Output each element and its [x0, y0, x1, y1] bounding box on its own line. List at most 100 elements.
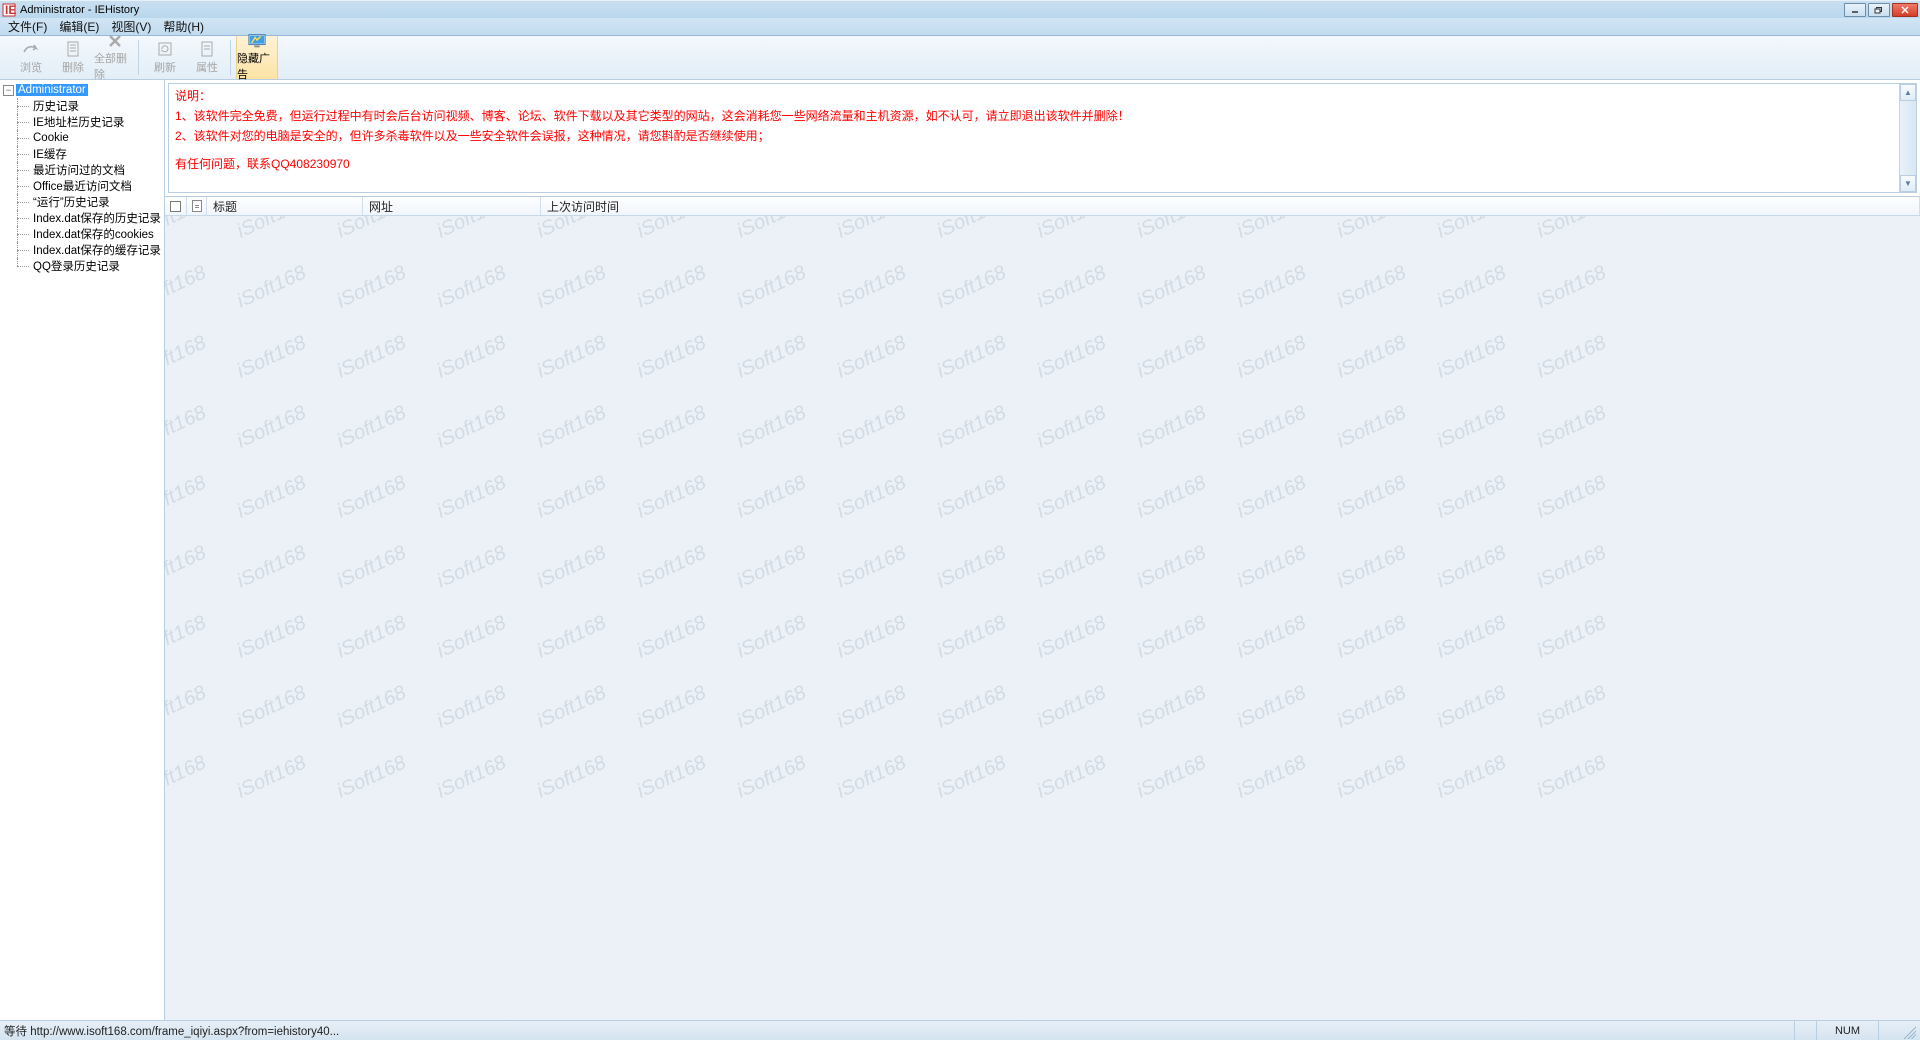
- scroll-up-icon[interactable]: ▲: [1900, 84, 1916, 101]
- toolbar: 浏览 删除 全部删除 刷新 属性 隐藏广告: [0, 36, 1920, 80]
- resize-grip-icon[interactable]: [1900, 1023, 1916, 1039]
- watermark: iSoft168: [1034, 612, 1110, 664]
- watermark: iSoft168: [1134, 402, 1210, 454]
- watermark: iSoft168: [834, 542, 910, 594]
- minimize-button[interactable]: [1844, 3, 1866, 17]
- tree-item[interactable]: Index.dat保存的历史记录: [9, 210, 164, 226]
- tree-item-label: IE缓存: [33, 146, 67, 162]
- refresh-icon: [156, 40, 174, 58]
- watermark: iSoft168: [634, 332, 710, 384]
- watermark: iSoft168: [234, 402, 310, 454]
- scrollbar[interactable]: ▲ ▼: [1899, 84, 1916, 192]
- tree-item[interactable]: 最近访问过的文档: [9, 162, 164, 178]
- toolbar-separator: [230, 40, 234, 75]
- tree-item-label: Cookie: [33, 132, 69, 144]
- watermark: iSoft168: [1234, 262, 1310, 314]
- watermark: iSoft168: [1234, 332, 1310, 384]
- collapse-icon[interactable]: −: [3, 85, 14, 96]
- restore-button[interactable]: [1868, 3, 1890, 17]
- tree-item[interactable]: Cookie: [9, 130, 164, 146]
- watermark: iSoft168: [534, 472, 610, 524]
- checkbox-icon[interactable]: [170, 201, 181, 212]
- watermark: iSoft168: [1434, 472, 1510, 524]
- tree-item-label: IE地址栏历史记录: [33, 114, 124, 130]
- toolbar-label: 全部删除: [94, 50, 136, 82]
- toolbar-hide-ads[interactable]: 隐藏广告: [236, 36, 278, 79]
- column-type-icon[interactable]: [187, 197, 207, 215]
- watermark: iSoft168: [434, 682, 510, 734]
- menu-help[interactable]: 帮助(H): [157, 17, 210, 36]
- watermark: iSoft168: [534, 402, 610, 454]
- watermark: iSoft168: [234, 682, 310, 734]
- tree-item[interactable]: 历史记录: [9, 98, 164, 114]
- watermark: iSoft168: [434, 262, 510, 314]
- list-body[interactable]: iSoft168 iSoft168 iSoft168 iSoft168 iSoft168…: [165, 216, 1920, 1020]
- tree-item[interactable]: “运行”历史记录: [9, 194, 164, 210]
- toolbar-delete[interactable]: 删除: [52, 36, 94, 79]
- watermark: iSoft168: [165, 542, 210, 594]
- x-icon: [106, 33, 124, 49]
- watermark: iSoft168: [934, 262, 1010, 314]
- watermark: iSoft168: [165, 472, 210, 524]
- watermark: iSoft168: [834, 262, 910, 314]
- watermark: iSoft168: [165, 332, 210, 384]
- watermark: iSoft168: [534, 542, 610, 594]
- watermark: iSoft168: [1134, 682, 1210, 734]
- close-button[interactable]: [1892, 3, 1918, 17]
- menu-file[interactable]: 文件(F): [2, 17, 53, 36]
- watermark: iSoft168: [534, 216, 610, 243]
- watermark: iSoft168: [834, 402, 910, 454]
- column-url[interactable]: 网址: [363, 197, 541, 215]
- status-num: NUM: [1816, 1021, 1878, 1040]
- watermark: iSoft168: [634, 402, 710, 454]
- tree-item[interactable]: Office最近访问文档: [9, 178, 164, 194]
- column-last-visit[interactable]: 上次访问时间: [541, 197, 1920, 215]
- tree-item[interactable]: Index.dat保存的缓存记录: [9, 242, 164, 258]
- watermark: iSoft168: [234, 262, 310, 314]
- watermark: iSoft168: [934, 612, 1010, 664]
- watermark: iSoft168: [1534, 332, 1610, 384]
- watermark: iSoft168: [1234, 682, 1310, 734]
- toolbar-delete-all[interactable]: 全部删除: [94, 36, 136, 79]
- watermark: iSoft168: [434, 332, 510, 384]
- column-title[interactable]: 标题: [207, 197, 363, 215]
- watermark: iSoft168: [634, 262, 710, 314]
- watermark: iSoft168: [334, 216, 410, 243]
- tree-item[interactable]: Index.dat保存的cookies: [9, 226, 164, 242]
- tree-item[interactable]: IE缓存: [9, 146, 164, 162]
- watermark: iSoft168: [1234, 752, 1310, 804]
- toolbar-properties[interactable]: 属性: [186, 36, 228, 79]
- watermark: iSoft168: [1234, 402, 1310, 454]
- status-cell: [1794, 1021, 1816, 1040]
- tree-view[interactable]: − Administrator 历史记录IE地址栏历史记录 Cookie IE缓存最…: [0, 80, 165, 1020]
- toolbar-refresh[interactable]: 刷新: [144, 36, 186, 79]
- watermark: iSoft168: [734, 682, 810, 734]
- tree-root-node[interactable]: − Administrator: [3, 82, 164, 98]
- app-icon: IE: [2, 3, 16, 17]
- watermark: iSoft168: [1334, 402, 1410, 454]
- watermark: iSoft168: [1134, 262, 1210, 314]
- tree-item-label: “运行”历史记录: [33, 194, 110, 210]
- watermark: iSoft168: [1534, 752, 1610, 804]
- scroll-down-icon[interactable]: ▼: [1900, 175, 1916, 192]
- notice-heading: 说明：: [175, 87, 1898, 105]
- watermark: iSoft168: [1134, 752, 1210, 804]
- menu-edit[interactable]: 编辑(E): [53, 17, 105, 36]
- toolbar-label: 删除: [62, 59, 84, 75]
- watermark: iSoft168: [534, 752, 610, 804]
- status-cell: [1878, 1021, 1900, 1040]
- watermark: iSoft168: [234, 752, 310, 804]
- toolbar-separator: [138, 40, 142, 75]
- tree-item[interactable]: IE地址栏历史记录: [9, 114, 164, 130]
- watermark: iSoft168: [1134, 542, 1210, 594]
- watermark: iSoft168: [534, 332, 610, 384]
- watermark: iSoft168: [834, 216, 910, 243]
- watermark: iSoft168: [1534, 402, 1610, 454]
- toolbar-browse[interactable]: 浏览: [10, 36, 52, 79]
- tree-item-label: 最近访问过的文档: [33, 162, 125, 178]
- tree-item[interactable]: QQ登录历史记录: [9, 258, 164, 274]
- watermark: iSoft168: [434, 542, 510, 594]
- watermark: iSoft168: [834, 682, 910, 734]
- column-checkbox[interactable]: [165, 197, 187, 215]
- watermark: iSoft168: [1334, 752, 1410, 804]
